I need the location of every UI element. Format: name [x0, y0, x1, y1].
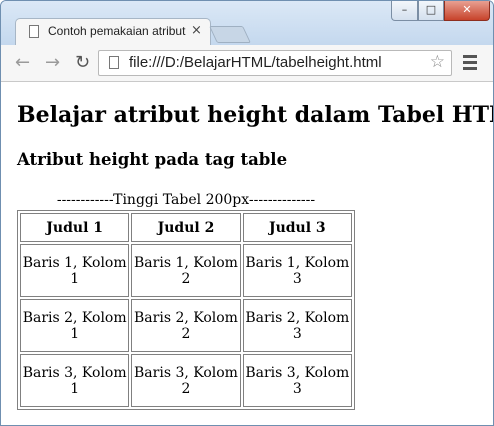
page-heading: Belajar atribut height dalam Tabel HTML	[17, 102, 494, 128]
page-icon	[109, 56, 119, 69]
table-header-cell: Judul 3	[242, 213, 352, 243]
browser-toolbar: ← → ↻ file:///D:/BelajarHTML/tabelheight…	[1, 45, 493, 82]
url-text[interactable]: file:///D:/BelajarHTML/tabelheight.html	[129, 54, 382, 71]
reload-icon[interactable]: ↻	[75, 52, 90, 73]
bookmark-star-icon[interactable]: ☆	[430, 52, 445, 72]
table-cell: Baris 3, Kolom 3	[242, 354, 352, 407]
table-cell: Baris 1, Kolom 1	[20, 244, 130, 298]
table-row: Baris 3, Kolom 1 Baris 3, Kolom 2 Baris …	[20, 354, 352, 407]
document-icon	[29, 25, 39, 38]
back-arrow-icon[interactable]: ←	[15, 52, 30, 73]
table-cell: Baris 3, Kolom 1	[20, 354, 130, 407]
table-cell: Baris 3, Kolom 2	[131, 354, 241, 407]
address-bar[interactable]: file:///D:/BelajarHTML/tabelheight.html …	[98, 50, 452, 76]
page-subheading: Atribut height pada tag table	[17, 150, 288, 169]
forward-arrow-icon[interactable]: →	[45, 52, 60, 73]
table-cell: Baris 1, Kolom 2	[131, 244, 241, 298]
table-cell: Baris 2, Kolom 1	[20, 299, 130, 353]
page-viewport: Belajar atribut height dalam Tabel HTML …	[1, 82, 493, 425]
maximize-button[interactable]: □	[418, 1, 444, 21]
data-table: Judul 1 Judul 2 Judul 3 Baris 1, Kolom 1…	[17, 210, 355, 410]
browser-window: Contoh pemakaian atribut height × – □ ✕ …	[0, 0, 494, 426]
title-bar: Contoh pemakaian atribut height × – □ ✕	[1, 1, 493, 45]
menu-icon[interactable]	[463, 55, 477, 73]
close-window-button[interactable]: ✕	[444, 1, 490, 21]
tab-active[interactable]: Contoh pemakaian atribut height ×	[15, 18, 211, 45]
table-row: Baris 2, Kolom 1 Baris 2, Kolom 2 Baris …	[20, 299, 352, 353]
table-header-cell: Judul 2	[131, 213, 241, 243]
table-row: Baris 1, Kolom 1 Baris 1, Kolom 2 Baris …	[20, 244, 352, 298]
table-cell: Baris 2, Kolom 3	[242, 299, 352, 353]
tab-close-icon[interactable]: ×	[191, 23, 202, 38]
table-cell: Baris 1, Kolom 3	[242, 244, 352, 298]
new-tab-button[interactable]	[209, 26, 251, 43]
table-header-cell: Judul 1	[20, 213, 130, 243]
table-caption: ------------Tinggi Tabel 200px----------…	[56, 192, 316, 208]
table-cell: Baris 2, Kolom 2	[131, 299, 241, 353]
table-header-row: Judul 1 Judul 2 Judul 3	[20, 213, 352, 243]
minimize-button[interactable]: –	[391, 1, 418, 21]
tab-title: Contoh pemakaian atribut height	[48, 24, 188, 38]
